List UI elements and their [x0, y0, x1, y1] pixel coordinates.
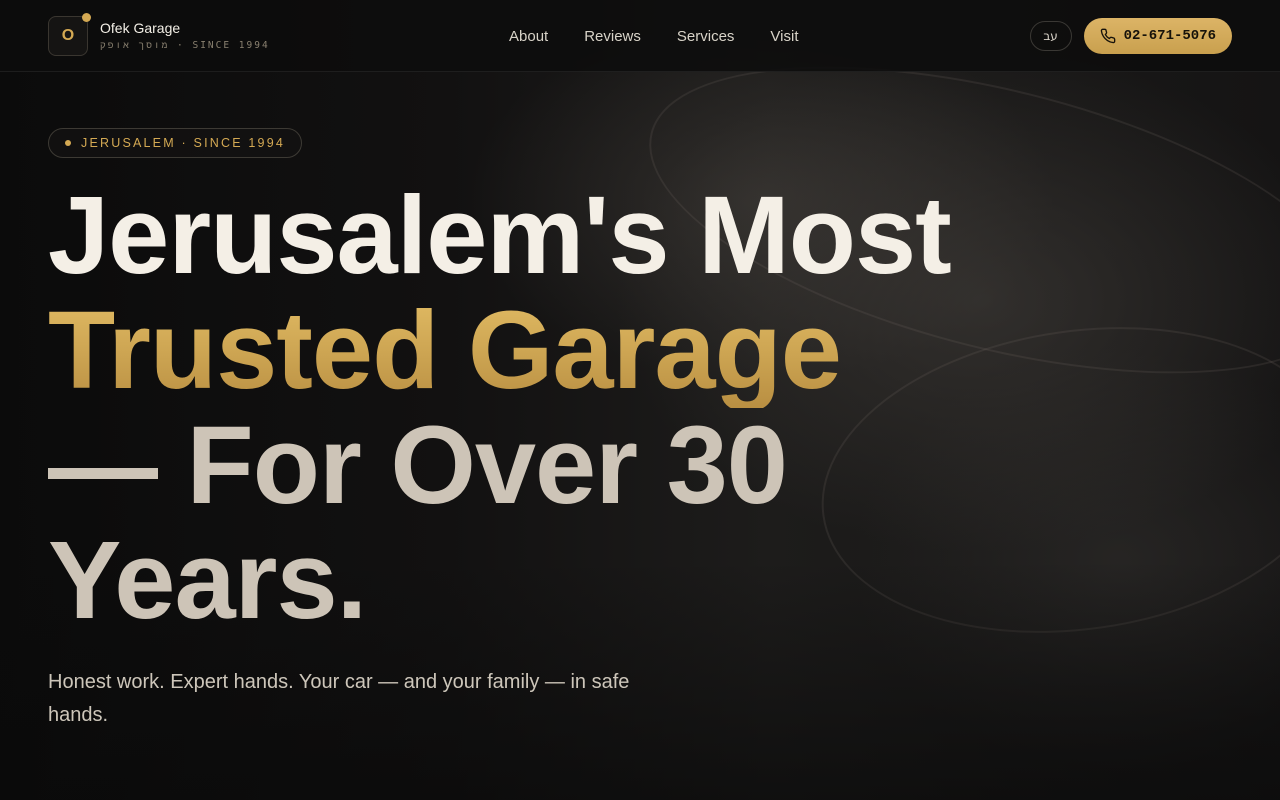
headline-line-4: Years. [48, 519, 367, 642]
language-toggle-button[interactable]: עב [1029, 21, 1072, 51]
call-phone-button[interactable]: 02-671-5076 [1083, 18, 1232, 54]
logo-badge: O [48, 12, 91, 56]
hero-headline: Jerusalem's Most Trusted Garage — For Ov… [48, 174, 952, 642]
headline-line-3: — For Over 30 [48, 404, 788, 527]
nav-reviews[interactable]: Reviews [584, 28, 641, 45]
nav-about[interactable]: About [509, 28, 548, 45]
site-header: O Ofek Garage מוסך אופק · SINCE 1994 Abo… [0, 0, 1280, 72]
brand-name: Ofek Garage [100, 20, 181, 36]
phone-icon [1100, 28, 1115, 44]
main-nav: About Reviews Services Visit [509, 0, 799, 72]
nav-visit[interactable]: Visit [770, 28, 798, 45]
brand[interactable]: O Ofek Garage מוסך אופק · SINCE 1994 [48, 12, 270, 56]
hero-section: JERUSALEM · SINCE 1994 Jerusalem's Most … [48, 128, 952, 732]
brand-text: Ofek Garage מוסך אופק · SINCE 1994 [100, 20, 270, 51]
badge-dot-icon [65, 140, 71, 146]
headline-line-1: Jerusalem's Most [48, 174, 952, 297]
logo-letter: O [61, 26, 75, 44]
header-actions: עב 02-671-5076 [1029, 0, 1232, 72]
phone-number: 02-671-5076 [1123, 28, 1216, 44]
headline-line-2: Trusted Garage [48, 293, 951, 408]
logo-dot-icon [82, 12, 91, 22]
location-badge: JERUSALEM · SINCE 1994 [48, 128, 303, 158]
hero-subtitle: Honest work. Expert hands. Your car — an… [48, 671, 630, 726]
location-badge-text: JERUSALEM · SINCE 1994 [81, 136, 286, 150]
nav-services[interactable]: Services [677, 28, 735, 45]
brand-subtitle: מוסך אופק · SINCE 1994 [100, 40, 270, 51]
